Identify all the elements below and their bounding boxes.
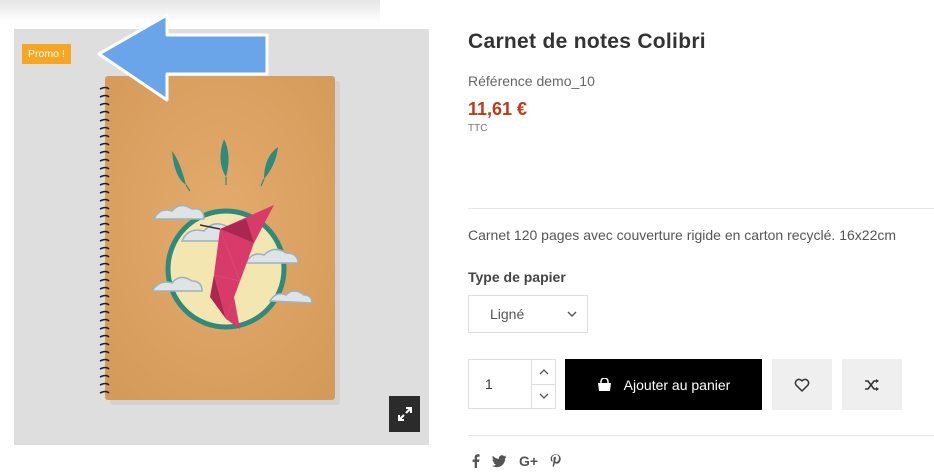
promo-badge: Promo ! bbox=[22, 44, 71, 64]
product-price: 11,61 € bbox=[468, 99, 528, 119]
paper-type-select[interactable]: Ligné bbox=[468, 295, 588, 333]
expand-icon bbox=[397, 407, 412, 421]
twitter-icon[interactable] bbox=[492, 454, 507, 468]
wishlist-button[interactable] bbox=[772, 359, 832, 410]
quantity-decrease-button[interactable] bbox=[531, 384, 556, 408]
add-to-cart-label: Ajouter au panier bbox=[623, 376, 731, 393]
paper-type-value: Ligné bbox=[490, 306, 525, 322]
tax-label: TTC bbox=[468, 123, 488, 134]
quantity-stepper[interactable] bbox=[468, 359, 556, 409]
add-to-cart-button[interactable]: Ajouter au panier bbox=[565, 359, 762, 410]
shopping-bag-icon bbox=[597, 377, 612, 392]
google-plus-icon[interactable]: G+ bbox=[519, 454, 538, 468]
product-title: Carnet de notes Colibri bbox=[468, 30, 706, 53]
chevron-down-icon bbox=[567, 311, 577, 317]
quantity-input[interactable] bbox=[469, 360, 531, 408]
chevron-down-icon bbox=[539, 393, 549, 399]
compare-button[interactable] bbox=[842, 359, 902, 410]
shuffle-icon bbox=[865, 378, 879, 391]
variant-label: Type de papier bbox=[468, 269, 566, 285]
arrow-annotation bbox=[97, 13, 269, 102]
heart-icon bbox=[794, 378, 810, 392]
product-reference: Référence demo_10 bbox=[468, 73, 595, 89]
divider bbox=[468, 208, 934, 209]
quantity-increase-button[interactable] bbox=[531, 360, 556, 385]
zoom-button[interactable] bbox=[389, 396, 420, 432]
product-description: Carnet 120 pages avec couverture rigide … bbox=[468, 227, 897, 243]
share-links: G+ bbox=[472, 454, 561, 468]
divider bbox=[468, 435, 934, 436]
pinterest-icon[interactable] bbox=[550, 454, 561, 468]
facebook-icon[interactable] bbox=[472, 454, 480, 468]
chevron-up-icon bbox=[539, 369, 549, 375]
